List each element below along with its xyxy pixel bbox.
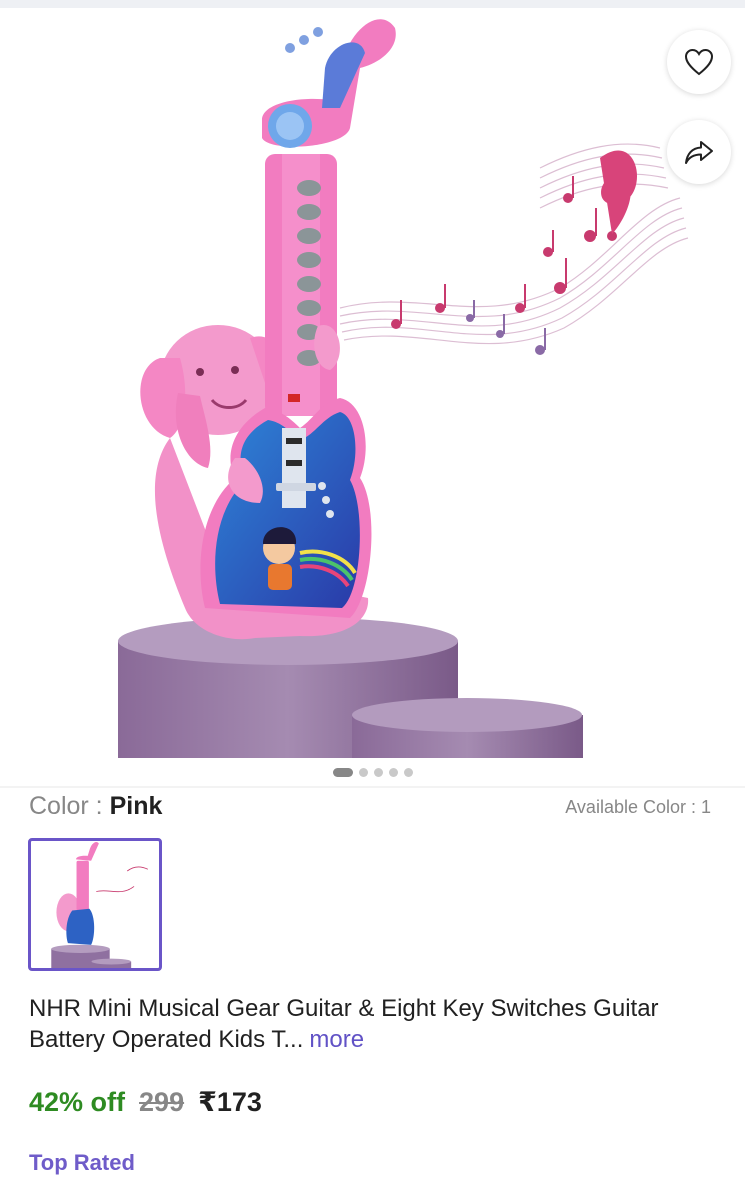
carousel-dot-4[interactable] xyxy=(388,767,398,777)
carousel-dot-1[interactable] xyxy=(332,767,353,777)
discount-percent: 42% off xyxy=(29,1087,126,1117)
sale-price: ₹173 xyxy=(198,1087,262,1117)
product-page: Color : Pink Available Color : 1 NHR Min… xyxy=(0,0,745,1200)
price-row: 42% off 299 ₹173 xyxy=(29,1085,262,1119)
product-image-illustration xyxy=(118,19,689,758)
color-value: Pink xyxy=(109,792,163,820)
share-button[interactable] xyxy=(667,120,731,184)
carousel-indicator xyxy=(0,766,745,778)
product-title: NHR Mini Musical Gear Guitar & Eight Key… xyxy=(29,993,719,1055)
color-label: Color : Pink xyxy=(29,791,162,821)
wishlist-button[interactable] xyxy=(667,30,731,94)
more-link[interactable]: more xyxy=(309,1026,364,1053)
carousel-dot-5[interactable] xyxy=(403,767,413,777)
carousel-dot-3[interactable] xyxy=(373,767,383,777)
carousel-dot-2[interactable] xyxy=(358,767,368,777)
top-strip xyxy=(0,0,745,8)
color-swatch-thumbnail xyxy=(51,842,149,968)
available-colors: Available Color : 1 xyxy=(565,797,711,817)
product-image[interactable] xyxy=(0,8,745,758)
heart-icon xyxy=(684,48,714,76)
original-price: 299 xyxy=(139,1087,185,1117)
color-swatch-pink[interactable] xyxy=(28,838,162,971)
divider xyxy=(0,786,745,788)
top-rated-badge: Top Rated xyxy=(29,1150,135,1175)
share-icon xyxy=(685,141,713,164)
color-label-prefix: Color : xyxy=(29,792,110,820)
